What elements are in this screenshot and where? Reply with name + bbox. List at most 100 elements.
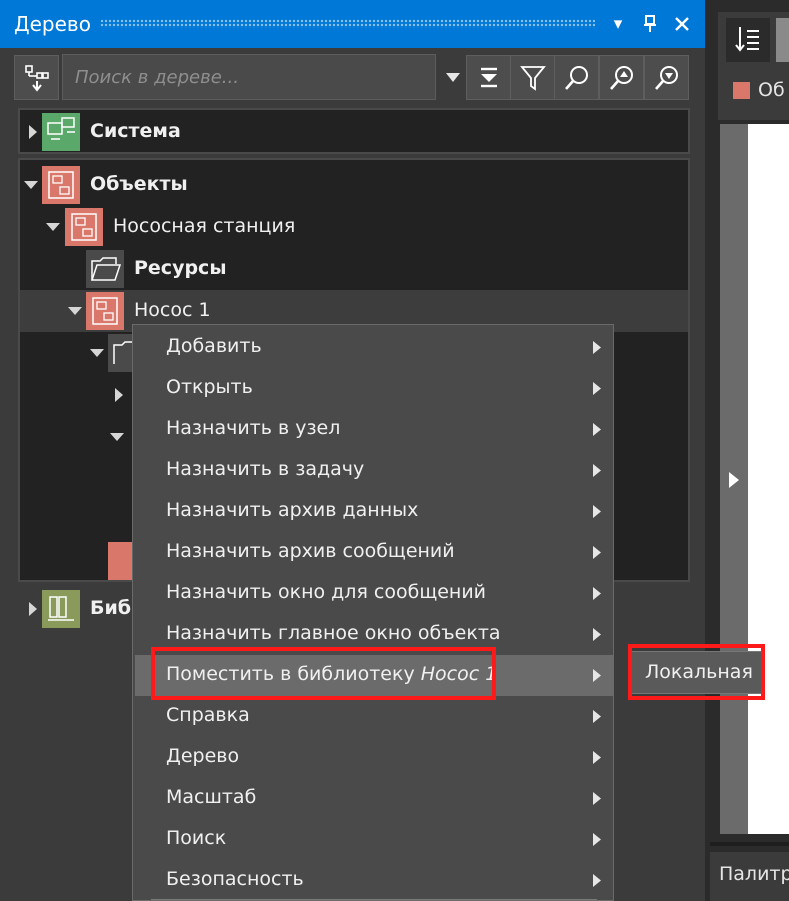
tree-label-objects: Объекты	[90, 173, 188, 195]
submenu-arrow-icon	[593, 464, 601, 477]
submenu-arrow-icon	[593, 874, 601, 887]
folder-icon	[86, 250, 124, 288]
tree-row-system[interactable]: Система	[20, 111, 688, 153]
menu-item-assign-message-window[interactable]: Назначить окно для сообщений	[135, 573, 613, 614]
filter-button[interactable]	[510, 55, 555, 100]
chevron-down-icon[interactable]: ▾	[607, 10, 629, 38]
menu-item-text: Назначить в задачу	[166, 458, 365, 480]
object-icon	[42, 166, 80, 204]
sort-icon	[735, 27, 759, 52]
menu-item-place-in-library[interactable]: Поместить в библиотеку Нococ 1	[135, 655, 613, 696]
menu-item-label: Назначить в задачу	[166, 458, 364, 480]
chevron-down-icon[interactable]	[110, 430, 124, 444]
tab-scroll-left[interactable]	[776, 18, 789, 62]
menu-item-open[interactable]: Открыть	[135, 368, 613, 409]
chevron-right-icon[interactable]	[112, 388, 126, 402]
canvas-area[interactable]	[748, 124, 789, 834]
menu-item-search[interactable]: Поиск	[135, 819, 613, 860]
menu-item-label: Поиск	[166, 827, 226, 849]
editor-tab[interactable]: Об	[718, 62, 789, 120]
submenu-arrow-icon	[593, 628, 601, 641]
object-icon	[65, 208, 103, 246]
menu-item-security[interactable]: Безопасность	[135, 860, 613, 901]
menu-item-local[interactable]: Локальная	[645, 661, 753, 683]
submenu-arrow-icon	[593, 833, 601, 846]
find-next-button[interactable]	[644, 55, 689, 100]
pin-icon[interactable]	[639, 10, 661, 38]
collapse-all-button[interactable]	[466, 55, 511, 100]
search-icon	[565, 66, 588, 90]
menu-item-text: Назначить в узел	[166, 417, 341, 439]
search-button[interactable]	[554, 55, 599, 100]
menu-item-label: Масштаб	[166, 786, 256, 808]
menu-item-label: Справка	[166, 704, 250, 726]
search-box[interactable]	[62, 54, 436, 100]
context-menu: Добавить Открыть Назначить в узел Назначить…	[132, 324, 614, 901]
panel-titlebar[interactable]: Дерево ▾	[0, 0, 705, 48]
chevron-right-icon[interactable]	[26, 125, 40, 139]
tree-toolbar	[0, 48, 705, 106]
menu-item-text: Добавить	[166, 335, 262, 357]
drag-grip[interactable]	[100, 19, 595, 28]
menu-item-label: Назначить главное окно объекта	[166, 622, 501, 644]
panel-title: Дерево	[14, 12, 91, 36]
search-input[interactable]	[63, 55, 435, 99]
chevron-down-icon[interactable]	[46, 220, 60, 234]
chevron-down-icon[interactable]	[24, 178, 38, 192]
menu-item-text: Поиск	[166, 827, 227, 849]
chevron-down-icon	[446, 73, 460, 82]
menu-item-scale[interactable]: Масштаб	[135, 778, 613, 819]
menu-item-text: Назначить окно для сообщений	[166, 581, 487, 603]
sort-button[interactable]	[726, 18, 770, 62]
side-collapse-bar[interactable]	[720, 124, 748, 834]
menu-item-add[interactable]: Добавить	[135, 327, 613, 368]
palette-title: Палитр	[719, 863, 789, 885]
chevron-right-icon	[729, 472, 739, 488]
menu-item-text: Назначить главное окно объекта	[166, 622, 501, 644]
menu-item-text: Справка	[166, 704, 250, 726]
tree-label-system: Система	[90, 120, 181, 142]
tree-row-station[interactable]: Нососная станция	[20, 206, 688, 248]
submenu-arrow-icon	[593, 546, 601, 559]
submenu-arrow-icon	[593, 587, 601, 600]
palette-panel-header[interactable]: Палитр	[710, 852, 789, 901]
submenu-arrow-icon	[593, 710, 601, 723]
find-down-icon	[655, 66, 678, 90]
menu-item-label: Дерево	[166, 745, 239, 767]
chevron-down-icon[interactable]	[90, 346, 104, 360]
menu-item-text: Поместить в библиотеку	[166, 663, 415, 685]
panel-divider	[710, 842, 789, 846]
submenu-arrow-icon	[593, 341, 601, 354]
tree-row-resources[interactable]: Ресурсы	[20, 248, 688, 290]
menu-item-text: Назначить архив сообщений	[166, 540, 455, 562]
tree-label-resources: Ресурсы	[134, 257, 227, 279]
menu-item-tree[interactable]: Дерево	[135, 737, 613, 778]
submenu-arrow-icon	[593, 382, 601, 395]
chevron-right-icon[interactable]	[26, 602, 40, 616]
close-icon[interactable]	[671, 10, 693, 38]
tree-label-pump: Нococ 1	[134, 299, 211, 321]
tree-section-system: Система	[18, 108, 690, 154]
menu-item-label: Поместить в библиотеку Нococ 1	[166, 663, 497, 685]
submenu-arrow-icon	[593, 669, 601, 682]
menu-item-label: Добавить	[166, 335, 262, 357]
find-previous-button[interactable]	[599, 55, 644, 100]
menu-item-label: Назначить окно для сообщений	[166, 581, 486, 603]
tree-label-station: Нососная станция	[113, 215, 296, 237]
tree-view-button[interactable]	[14, 55, 59, 100]
chevron-down-icon[interactable]	[68, 304, 82, 318]
submenu-arrow-icon	[593, 792, 601, 805]
submenu-arrow-icon	[593, 751, 601, 764]
menu-item-label: Назначить архив сообщений	[166, 540, 455, 562]
collapse-icon	[481, 67, 497, 88]
menu-item-assign-node[interactable]: Назначить в узел	[135, 409, 613, 450]
menu-item-assign-task[interactable]: Назначить в задачу	[135, 450, 613, 491]
menu-item-text: Назначить архив данных	[166, 499, 419, 521]
menu-item-assign-data-archive[interactable]: Назначить архив данных	[135, 491, 613, 532]
library-icon	[42, 590, 80, 628]
search-dropdown-button[interactable]	[438, 55, 468, 100]
menu-item-assign-main-window[interactable]: Назначить главное окно объекта	[135, 614, 613, 655]
tree-row-objects[interactable]: Объекты	[20, 164, 688, 206]
menu-item-assign-message-archive[interactable]: Назначить архив сообщений	[135, 532, 613, 573]
menu-item-help[interactable]: Справка	[135, 696, 613, 737]
